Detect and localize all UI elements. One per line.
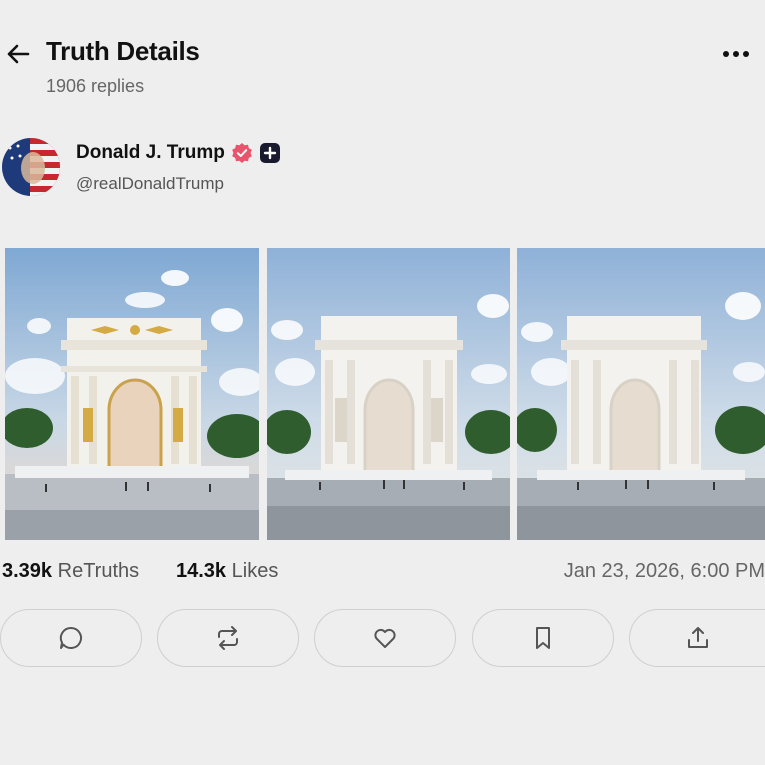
arch-image bbox=[267, 248, 510, 540]
retruths-label: ReTruths bbox=[57, 560, 140, 582]
post-image-3[interactable] bbox=[517, 248, 765, 540]
likes-label: Likes bbox=[231, 560, 279, 582]
like-icon bbox=[374, 628, 396, 648]
verified-badge-icon bbox=[231, 142, 253, 164]
post-image-2[interactable] bbox=[267, 248, 510, 540]
avatar-image bbox=[2, 138, 60, 196]
back-button[interactable] bbox=[4, 40, 32, 68]
like-button[interactable] bbox=[314, 609, 456, 667]
author-name[interactable]: Donald J. Trump bbox=[76, 142, 225, 164]
retruth-button[interactable] bbox=[157, 609, 299, 667]
post-timestamp: Jan 23, 2026, 6:00 PM bbox=[563, 560, 765, 582]
post-author: Donald J. Trump @realDonaldTrump bbox=[0, 136, 765, 200]
more-dots-icon bbox=[723, 51, 749, 57]
reply-button[interactable] bbox=[0, 609, 142, 667]
arch-image bbox=[517, 248, 765, 540]
share-icon bbox=[687, 627, 708, 648]
retruths-count: 3.39k bbox=[2, 560, 53, 582]
bookmark-button[interactable] bbox=[472, 609, 614, 667]
retruths-stat[interactable]: 3.39k ReTruths bbox=[2, 560, 139, 583]
arrow-left-icon bbox=[7, 44, 30, 64]
post-stats: 3.39k ReTruths 14.3k Likes Jan 23, 2026,… bbox=[0, 558, 765, 588]
bookmark-icon bbox=[536, 627, 550, 649]
reply-icon bbox=[59, 626, 82, 649]
arch-image bbox=[5, 248, 259, 540]
author-handle[interactable]: @realDonaldTrump bbox=[76, 174, 224, 194]
retruth-icon bbox=[218, 626, 238, 650]
post-image-1[interactable] bbox=[5, 248, 259, 540]
avatar[interactable] bbox=[2, 138, 60, 196]
likes-stat[interactable]: 14.3k Likes bbox=[176, 560, 278, 583]
reply-count: 1906 replies bbox=[46, 76, 145, 96]
plus-badge-icon bbox=[260, 143, 280, 163]
likes-count: 14.3k bbox=[176, 560, 227, 582]
post-actions bbox=[0, 609, 765, 671]
page-title: Truth Details bbox=[46, 36, 200, 66]
page-header: Truth Details 1906 replies bbox=[0, 30, 765, 100]
share-button[interactable] bbox=[629, 609, 765, 667]
more-options-button[interactable] bbox=[718, 44, 754, 64]
